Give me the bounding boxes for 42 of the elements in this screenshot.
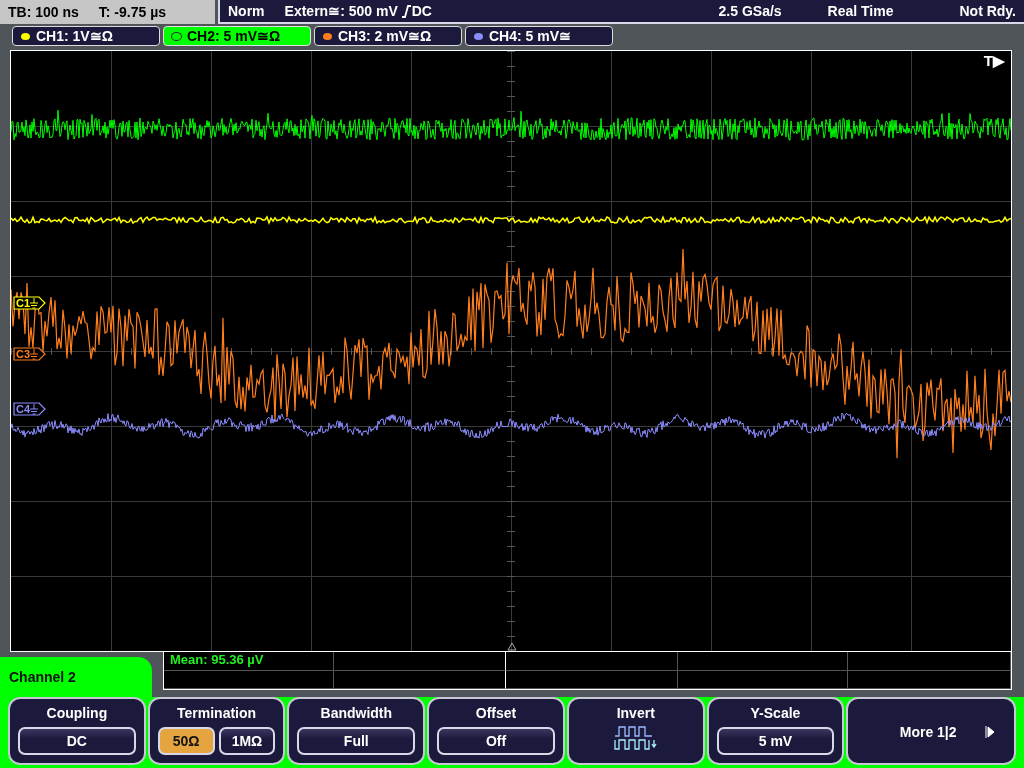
- trigger-marker: T▶: [983, 52, 1005, 70]
- softkey[interactable]: Invert: [566, 697, 705, 765]
- sample-rate-label: 2.5 GSa/s: [718, 3, 782, 19]
- trigger-position-icon: [507, 642, 517, 651]
- acquisition-mode-label: Real Time: [827, 3, 894, 19]
- channel-tab[interactable]: CH4: 5 mV≅: [465, 26, 613, 46]
- value-button[interactable]: Full: [297, 727, 416, 755]
- softkey[interactable]: Y-Scale 5 mV: [706, 697, 845, 765]
- channel-marker[interactable]: C4: [13, 402, 47, 416]
- menu-title: Channel 2: [9, 669, 76, 685]
- softkey-label: Coupling: [46, 705, 108, 721]
- rising-edge-icon: [400, 4, 411, 18]
- next-page-icon: [984, 724, 995, 739]
- trigger-time-label: T: -9.75 µs: [98, 4, 167, 20]
- softkey-label: Bandwidth: [320, 705, 393, 721]
- softkey-label: Termination: [177, 705, 257, 721]
- value-button[interactable]: DC: [18, 727, 136, 755]
- channel-marker[interactable]: C1: [13, 296, 47, 310]
- trigger-source-label: Extern≅: 500 mV: [284, 3, 398, 19]
- inverted-square-wave-icon: [613, 725, 658, 751]
- value-button[interactable]: Off: [437, 727, 555, 755]
- option-button[interactable]: 50Ω: [157, 727, 215, 755]
- measurement-value: Mean: 95.36 µV: [169, 652, 264, 667]
- softkey[interactable]: Coupling DC: [8, 697, 146, 765]
- channel-tab[interactable]: CH1: 1V≅Ω: [12, 26, 160, 46]
- softkey-label: Offset: [475, 705, 517, 721]
- softkey-label: Invert: [616, 705, 655, 721]
- timebase-label: TB: 100 ns: [8, 4, 79, 20]
- channel-tab[interactable]: CH2: 5 mV≅Ω: [163, 26, 311, 46]
- softkey[interactable]: More 1|2: [846, 697, 1017, 765]
- trigger-coupling-label: DC: [411, 3, 432, 19]
- softkey-label: Y-Scale: [750, 705, 801, 721]
- softkey[interactable]: Offset Off: [427, 697, 565, 765]
- softkey[interactable]: Bandwidth Full: [287, 697, 426, 765]
- softkey-label: More 1|2: [899, 723, 957, 740]
- status-label: Not Rdy.: [959, 3, 1016, 19]
- trigger-mode-label: Norm: [228, 3, 265, 19]
- value-button[interactable]: 5 mV: [716, 727, 835, 755]
- channel-marker[interactable]: C3: [13, 347, 47, 361]
- softkey[interactable]: Termination 50Ω 1MΩ: [147, 697, 286, 765]
- option-button[interactable]: 1MΩ: [218, 727, 276, 755]
- channel-tab[interactable]: CH3: 2 mV≅Ω: [314, 26, 462, 46]
